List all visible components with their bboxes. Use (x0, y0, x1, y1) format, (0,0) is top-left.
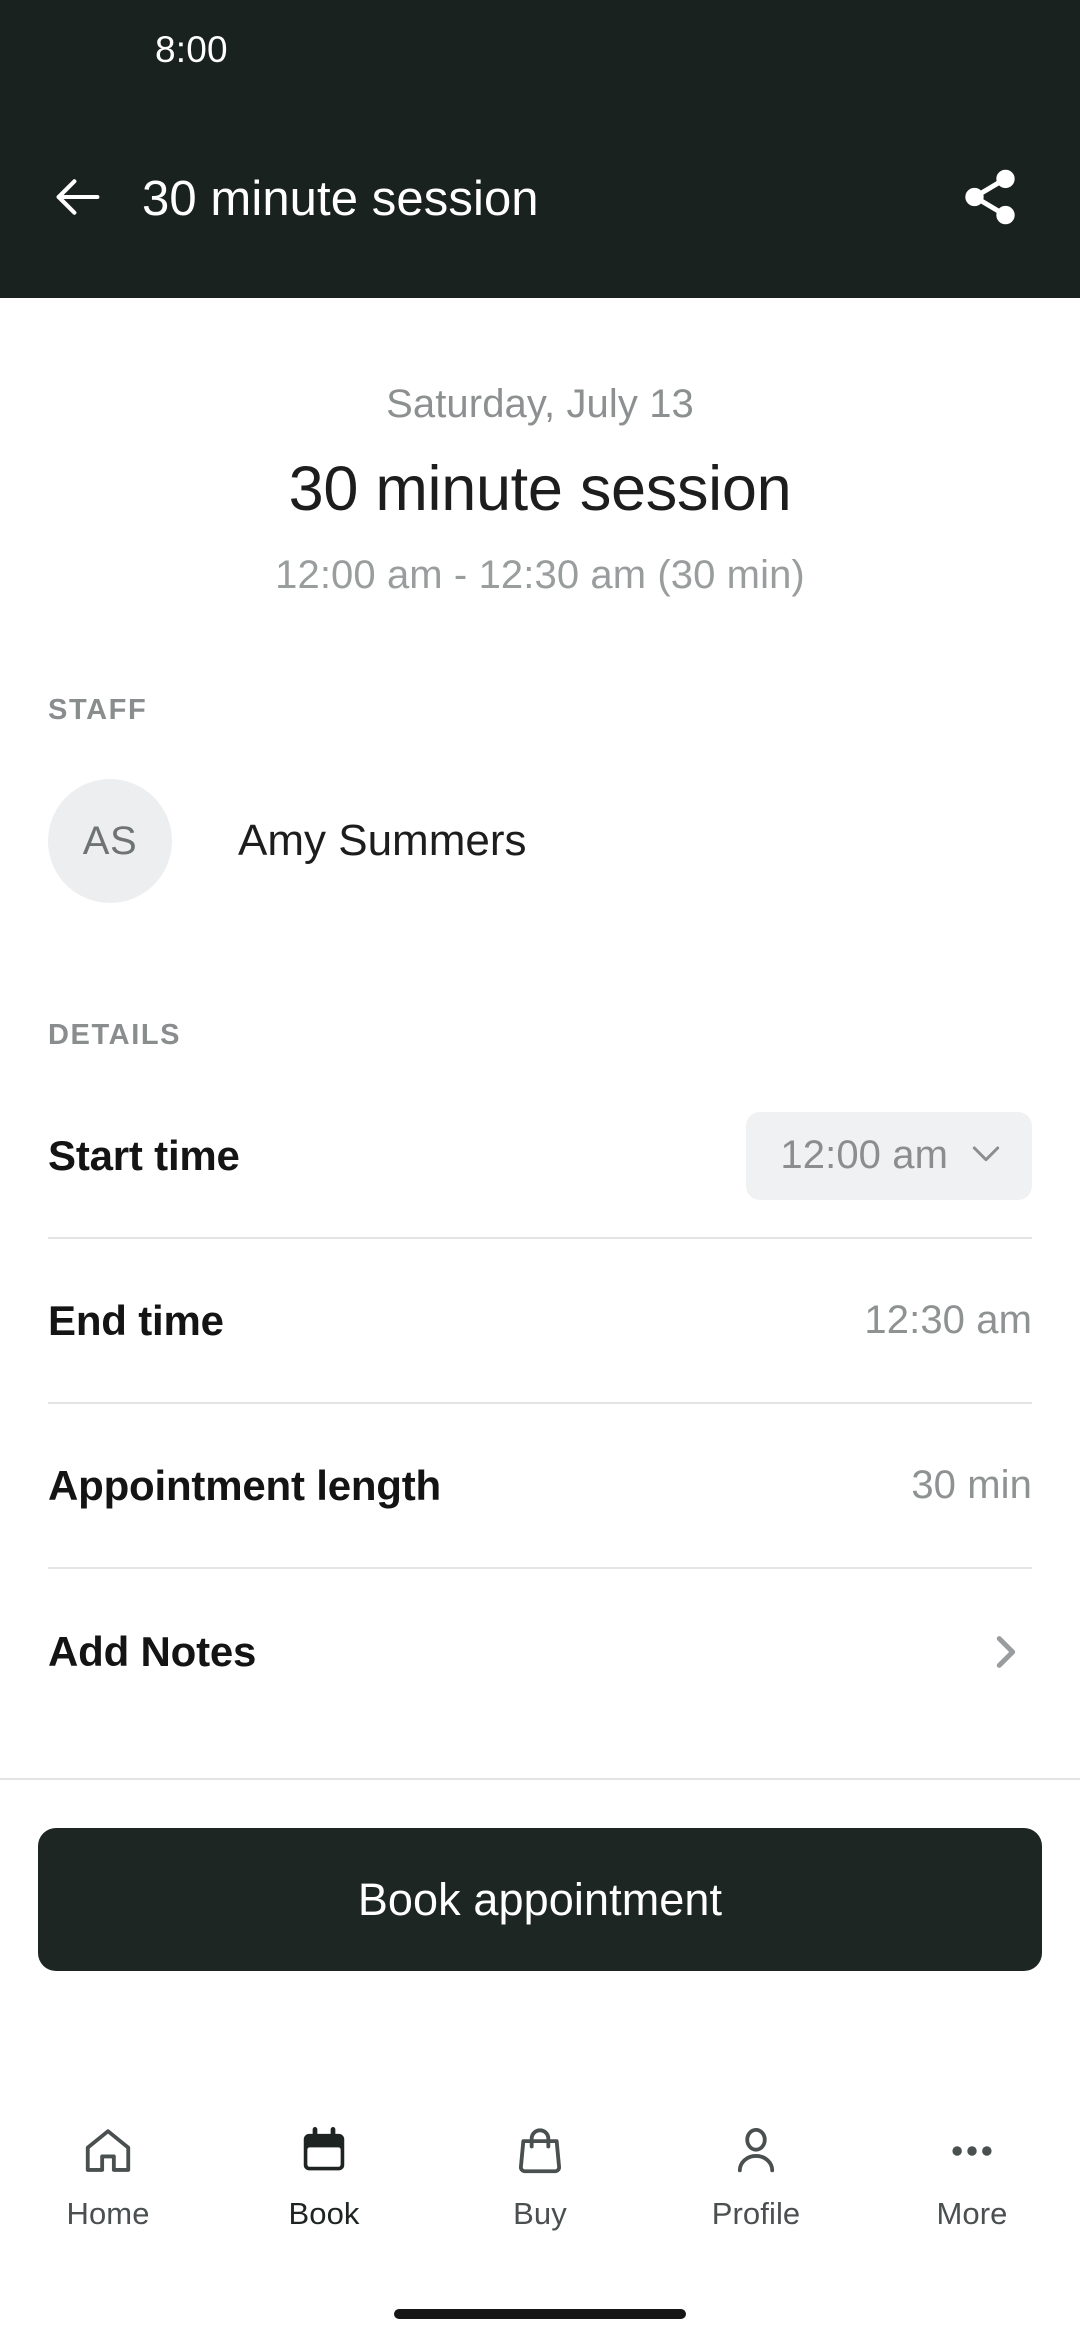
details-section-label: DETAILS (48, 1019, 182, 1051)
share-button[interactable] (950, 159, 1030, 239)
detail-row-start-time[interactable]: Start time 12:00 am (48, 1074, 1032, 1239)
end-time-value: 12:30 am (864, 1298, 1032, 1342)
nav-item-more[interactable]: More (864, 2120, 1080, 2232)
app-screen: 8:00 30 minute session Saturday, July 13… (0, 0, 1080, 2340)
more-horizontal-icon (945, 2120, 999, 2182)
app-bar: 30 minute session (0, 100, 1080, 298)
bottom-navigation: Home Book Buy Profile More (0, 2098, 1080, 2288)
detail-label: Appointment length (48, 1461, 442, 1509)
detail-label: End time (48, 1296, 224, 1344)
nav-item-label: Buy (513, 2196, 567, 2231)
book-appointment-button[interactable]: Book appointment (38, 1828, 1042, 1971)
staff-section: STAFF AS Amy Summers (0, 694, 1080, 903)
staff-name: Amy Summers (238, 816, 527, 865)
appointment-length-value: 30 min (911, 1463, 1032, 1507)
home-indicator-area (0, 2288, 1080, 2340)
start-time-dropdown[interactable]: 12:00 am (746, 1111, 1032, 1200)
nav-item-book[interactable]: Book (216, 2120, 432, 2232)
detail-row-add-notes[interactable]: Add Notes (48, 1569, 1032, 1734)
arrow-left-icon (49, 168, 107, 231)
appointment-title: 30 minute session (288, 454, 792, 524)
status-bar-clock: 8:00 (155, 29, 228, 70)
chevron-right-icon (982, 1629, 1028, 1675)
home-indicator[interactable] (394, 2309, 686, 2319)
cta-container: Book appointment (0, 1780, 1080, 1971)
nav-item-label: Profile (711, 2196, 801, 2231)
nav-item-label: Home (66, 2196, 150, 2231)
details-section: DETAILS Start time 12:00 am End time 12:… (0, 1019, 1080, 1734)
detail-row-end-time: End time 12:30 am (48, 1239, 1032, 1404)
nav-item-label: Book (288, 2196, 360, 2231)
avatar: AS (48, 779, 172, 903)
appointment-time-range: 12:00 am - 12:30 am (30 min) (275, 553, 805, 597)
appointment-hero: Saturday, July 13 30 minute session 12:0… (0, 298, 1080, 598)
staff-section-label: STAFF (48, 694, 148, 726)
avatar-initials: AS (82, 818, 138, 863)
home-icon (81, 2120, 135, 2182)
start-time-value: 12:00 am (780, 1133, 948, 1177)
nav-item-home[interactable]: Home (0, 2120, 216, 2232)
detail-label: Add Notes (48, 1627, 257, 1675)
nav-item-buy[interactable]: Buy (432, 2120, 648, 2232)
calendar-icon (297, 2120, 351, 2182)
back-button[interactable] (42, 163, 114, 235)
book-appointment-label: Book appointment (357, 1873, 723, 1925)
status-bar: 8:00 (0, 0, 1080, 100)
chevron-down-icon (966, 1133, 1006, 1178)
main-content: Saturday, July 13 30 minute session 12:0… (0, 298, 1080, 2098)
detail-label: Start time (48, 1131, 240, 1179)
share-icon (959, 166, 1021, 233)
detail-row-appointment-length: Appointment length 30 min (48, 1404, 1032, 1569)
app-bar-title: 30 minute session (142, 172, 539, 226)
nav-item-label: More (936, 2196, 1008, 2231)
shopping-bag-icon (513, 2120, 567, 2182)
staff-row[interactable]: AS Amy Summers (0, 779, 1080, 903)
nav-item-profile[interactable]: Profile (648, 2120, 864, 2232)
details-list: Start time 12:00 am End time 12:30 am Ap… (0, 1074, 1080, 1734)
appointment-date: Saturday, July 13 (386, 382, 694, 426)
person-icon (729, 2120, 783, 2182)
